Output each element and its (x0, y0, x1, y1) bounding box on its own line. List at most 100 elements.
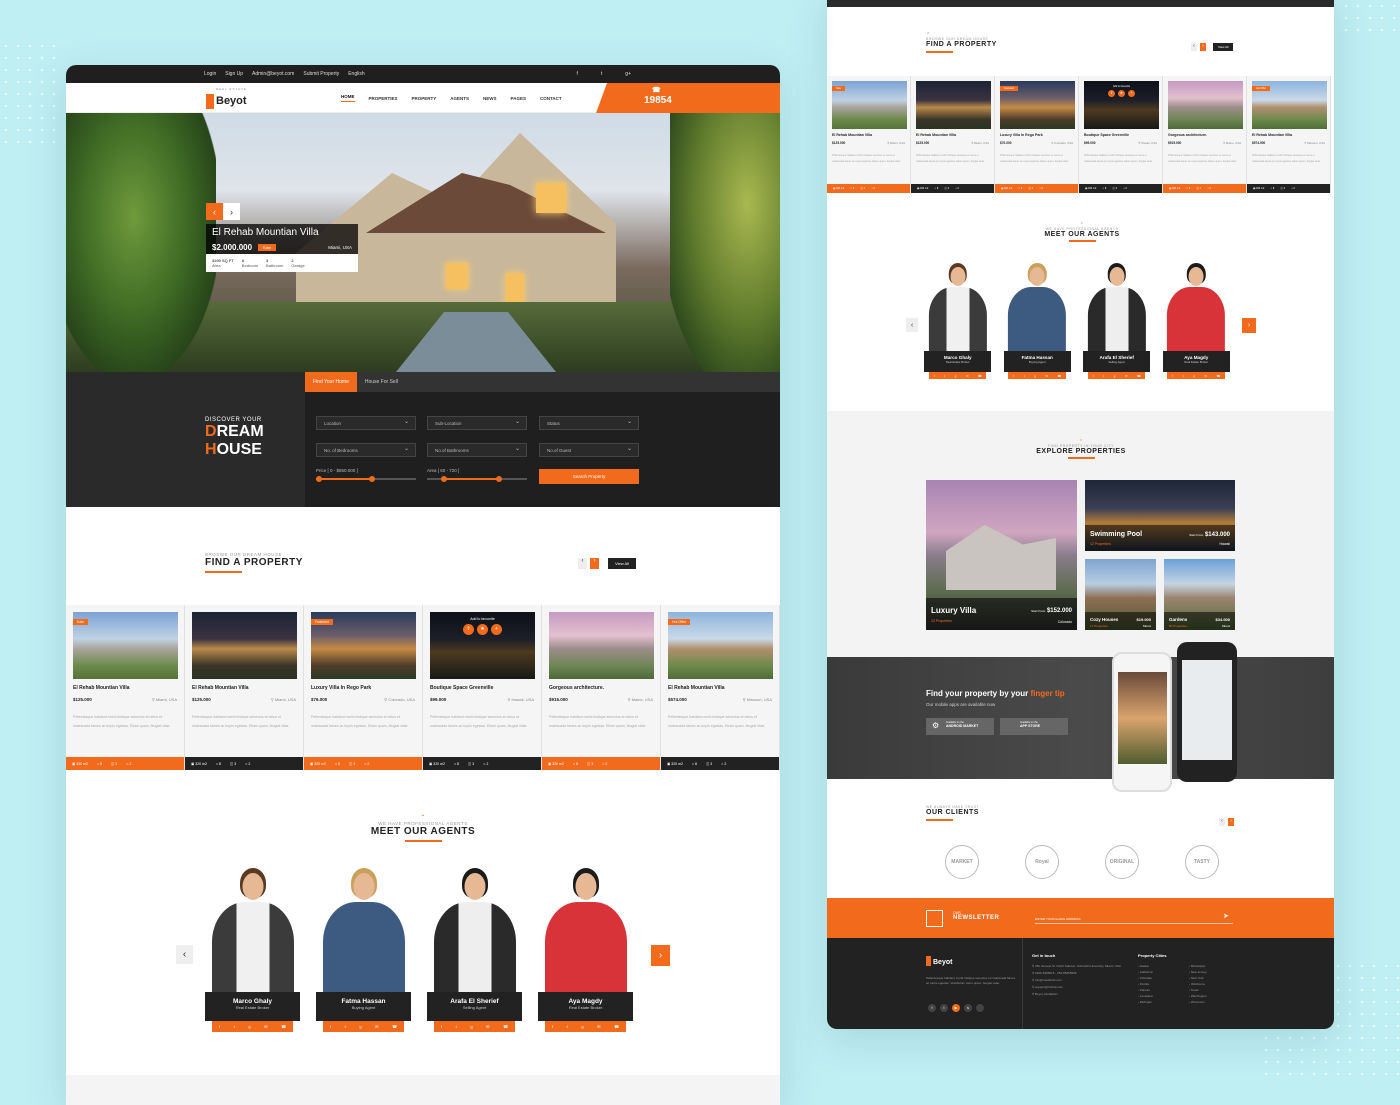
google-plus-icon[interactable]: g (1114, 374, 1116, 378)
property-image[interactable] (916, 81, 991, 129)
twitter-icon[interactable]: t (1103, 374, 1104, 378)
agent-card[interactable]: Arafa El Sherief Selling Agent f t g ✉ ☎ (427, 868, 522, 1038)
menu-pages[interactable]: PAGES (511, 96, 526, 101)
next-arrow-icon[interactable]: › (1200, 43, 1206, 51)
property-card[interactable]: Featured Luxury Villa In Rego Park $76.000… (304, 605, 423, 770)
guest-select[interactable]: No.of Guest (539, 443, 639, 457)
plus-icon[interactable]: + (491, 624, 502, 635)
logo[interactable]: REAL ESTATE Beyot (206, 87, 247, 109)
tile-cozy-houses[interactable]: Cozy Houses 17 Properties $19.000 Miami (1085, 559, 1156, 630)
prev-arrow-icon[interactable]: ‹ (578, 558, 587, 569)
agent-card[interactable]: Fatma Hassan Buying Agent f t g ✉ ☎ (316, 868, 411, 1038)
property-title[interactable]: El Rehab Mountian Villa (73, 685, 130, 691)
twitter-icon[interactable]: t (456, 1024, 457, 1029)
menu-properties[interactable]: PROPERTIES (369, 96, 398, 101)
phone-icon[interactable]: ☎ (1137, 374, 1141, 378)
email-icon[interactable]: ✉ (597, 1024, 600, 1029)
phone-icon[interactable]: ☎ (1217, 374, 1221, 378)
property-image[interactable] (549, 612, 654, 679)
tile-swimming-pool[interactable]: Swimming Pool 12 Properties Start From $… (1085, 480, 1235, 551)
view-all-button[interactable]: View All (1213, 43, 1234, 51)
client-logo[interactable]: TASTY (1185, 845, 1219, 879)
tab-find-your-home[interactable]: Find Your Home (305, 372, 357, 392)
property-title[interactable]: El Rehab Mountian Villa (668, 685, 725, 691)
star-icon[interactable]: ★ (477, 624, 488, 635)
bathrooms-select[interactable]: No.of Bathrooms (427, 443, 527, 457)
facebook-icon[interactable]: f (577, 71, 578, 77)
agent-card[interactable]: Marco Ghaly Real Estate Broker f t g ✉ ☎ (205, 868, 300, 1038)
twitter-icon[interactable]: t (940, 1004, 948, 1012)
property-title[interactable]: Boutique Space Greenville (430, 685, 493, 691)
menu-news[interactable]: NEWS (483, 96, 497, 101)
newsletter-email-input[interactable]: ENTER YOUR E-MAIL ADDRESS (1035, 914, 1233, 924)
email-icon[interactable]: ✉ (1125, 374, 1127, 378)
location-select[interactable]: Location (316, 416, 416, 430)
facebook-icon[interactable]: f (552, 1024, 553, 1029)
phone-icon[interactable]: ☎ (503, 1024, 508, 1029)
city-link[interactable]: › Wisconsin (1189, 999, 1207, 1005)
agent-card[interactable]: Aya Magdy Real Estate Broker f t g ✉ ☎ (538, 868, 633, 1038)
prev-arrow-icon[interactable]: ‹ (906, 318, 918, 332)
email-link[interactable]: Admin@beyot.com (252, 71, 294, 77)
tab-house-for-sell[interactable]: House For Sell (357, 372, 406, 392)
property-image[interactable] (73, 612, 178, 679)
next-arrow-icon[interactable]: › (651, 945, 670, 966)
bedrooms-select[interactable]: No. of Bedrooms (316, 443, 416, 457)
property-title[interactable]: Gorgeous architecture. (549, 685, 604, 691)
twitter-icon[interactable]: t (345, 1024, 346, 1029)
menu-contact[interactable]: CONTACT (540, 96, 562, 101)
google-plus-icon[interactable]: g (1034, 374, 1036, 378)
phone-icon[interactable]: ☎ (978, 374, 982, 378)
property-image[interactable] (192, 612, 297, 679)
property-card[interactable]: Featured Luxury Villa In Rego Park $76.000… (995, 76, 1079, 193)
facebook-icon[interactable]: f (330, 1024, 331, 1029)
prev-arrow-icon[interactable]: ‹ (176, 945, 193, 964)
property-card[interactable]: El Rehab Mountian Villa $125.000 ⚲ Miami, … (185, 605, 304, 770)
agent-name[interactable]: Arafa El Sherief (427, 998, 522, 1005)
area-range[interactable]: Area [ 60 - 720 ] (427, 468, 527, 482)
next-arrow-icon[interactable]: › (1242, 318, 1256, 333)
next-arrow-icon[interactable]: › (223, 203, 240, 220)
submit-property-link[interactable]: Submit Property (303, 71, 339, 77)
property-title[interactable]: El Rehab Mountian Villa (832, 133, 872, 137)
phone-icon[interactable]: ☎ (392, 1024, 397, 1029)
send-icon[interactable]: ➤ (1223, 912, 1229, 920)
twitter-icon[interactable]: t (1183, 374, 1184, 378)
email-icon[interactable]: ✉ (375, 1024, 378, 1029)
client-logo[interactable]: Royal (1025, 845, 1059, 879)
property-card[interactable]: Hot Offer El Rehab Mountian Villa $574.000… (661, 605, 780, 770)
twitter-icon[interactable]: t (944, 374, 945, 378)
facebook-icon[interactable]: f (1093, 374, 1094, 378)
property-title[interactable]: El Rehab Mountian Villa (916, 133, 956, 137)
agent-card[interactable]: Arafa El Sherief Selling Agent f t g ✉ ☎ (1083, 263, 1151, 384)
plus-icon[interactable]: + (1127, 89, 1136, 98)
view-all-button[interactable]: View All (608, 558, 636, 569)
menu-property[interactable]: PROPERTY (412, 96, 437, 101)
twitter-icon[interactable]: t (601, 71, 602, 77)
google-plus-icon[interactable]: g (955, 374, 957, 378)
property-card[interactable]: Gorgeous architecture. $915.000 ⚲ Maine, U… (1163, 76, 1247, 193)
property-card[interactable]: Add to favourite ⇪ ★ + Boutique Space Greenv… (1079, 76, 1163, 193)
phone-icon[interactable]: ☎ (614, 1024, 619, 1029)
property-card[interactable]: Sale El Rehab Mountian Villa $125.000 ⚲ Mia… (827, 76, 911, 193)
app-store-button[interactable]: Available on the APP STORE (1000, 718, 1068, 735)
sub-location-select[interactable]: Sub-Location (427, 416, 527, 430)
facebook-icon[interactable]: f (219, 1024, 220, 1029)
google-plus-icon[interactable]: g (470, 1024, 472, 1029)
star-icon[interactable]: ★ (1117, 89, 1126, 98)
phone-icon[interactable]: ☎ (1058, 374, 1062, 378)
google-plus-icon[interactable]: g (359, 1024, 361, 1029)
google-plus-icon[interactable]: g (1193, 374, 1195, 378)
facebook-icon[interactable]: f (441, 1024, 442, 1029)
property-title[interactable]: El Rehab Mountian Villa (1252, 133, 1292, 137)
property-title[interactable]: Boutique Space Greenville (1084, 133, 1129, 137)
agent-name[interactable]: Marco Ghaly (205, 998, 300, 1005)
property-card[interactable]: El Rehab Mountian Villa $125.000 ⚲ Miami, … (911, 76, 995, 193)
prev-arrow-icon[interactable]: ‹ (206, 203, 223, 220)
email-icon[interactable]: ✉ (264, 1024, 267, 1029)
property-card[interactable]: Add to favourite ⇪ ★ + Boutique Space Greenv… (423, 605, 542, 770)
email-icon[interactable]: ✉ (966, 374, 968, 378)
twitter-icon[interactable]: t (567, 1024, 568, 1029)
facebook-icon[interactable]: f (1172, 374, 1173, 378)
facebook-icon[interactable]: f (1013, 374, 1014, 378)
